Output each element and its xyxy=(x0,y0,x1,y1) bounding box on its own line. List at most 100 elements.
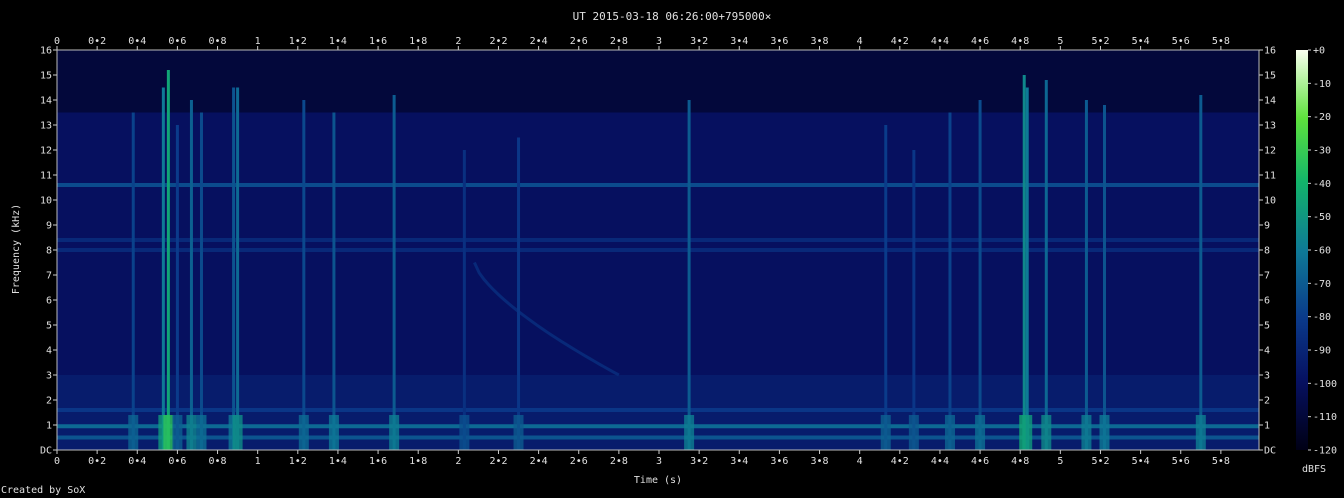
x-tick-label-bottom: 4•4 xyxy=(931,456,949,467)
x-tick-label-bottom: 1•4 xyxy=(329,456,347,467)
y-axis-left: DC12345678910111213141516 xyxy=(40,46,57,457)
impulse-line xyxy=(189,100,193,450)
x-axis-top: 0 0•2 0•4 0•6 0•8 1 1•2 1•4 1•6 1•8 2 2•2 2•4 2•6 2•8 3… xyxy=(54,36,1230,50)
y-axis-label: Frequency (kHz) xyxy=(11,204,22,294)
x-tick-label-bottom: 0•8 xyxy=(209,456,227,467)
colorbar-tick-label: -60 xyxy=(1313,246,1331,257)
x-tick-label-bottom: 0•6 xyxy=(168,456,186,467)
impulse-base xyxy=(513,415,524,450)
impulse-base xyxy=(1081,415,1092,450)
impulse-line xyxy=(1199,95,1203,450)
impulse-line xyxy=(131,112,135,450)
impulse-base xyxy=(1041,415,1052,450)
colorbar xyxy=(1296,50,1308,450)
x-tick-label-top: 2•4 xyxy=(530,36,548,47)
x-tick-label-top: 3•6 xyxy=(770,36,788,47)
y-tick-label-left: 7 xyxy=(46,271,52,282)
x-tick-label-bottom: 0•2 xyxy=(88,456,106,467)
impulse-line xyxy=(175,125,179,450)
impulse-base xyxy=(196,415,207,450)
colorbar-tick-label: -40 xyxy=(1313,179,1331,190)
x-tick-label-bottom: 2 xyxy=(455,456,461,467)
x-tick-label-top: 5 xyxy=(1057,36,1063,47)
colorbar-tick-label: -20 xyxy=(1313,112,1331,123)
impulse-line xyxy=(1102,105,1106,450)
x-tick-label-top: 1•6 xyxy=(369,36,387,47)
colorbar-tick-label: -50 xyxy=(1313,212,1331,223)
x-tick-label-top: 3 xyxy=(656,36,662,47)
x-tick-label-bottom: 1•2 xyxy=(289,456,307,467)
impulse-line xyxy=(978,100,982,450)
x-tick-label-top: 2 xyxy=(455,36,461,47)
impulse-line xyxy=(517,137,521,450)
impulse-base xyxy=(684,415,695,450)
impulse-line xyxy=(912,150,916,450)
credit-text: Created by SoX xyxy=(1,485,86,496)
x-tick-label-top: 2•6 xyxy=(570,36,588,47)
y-tick-label-left: DC xyxy=(40,446,52,457)
y-axis-right: DC12345678910111213141516 xyxy=(1259,46,1276,457)
y-tick-label-right: 11 xyxy=(1264,171,1276,182)
x-tick-label-top: 5•8 xyxy=(1212,36,1230,47)
y-tick-label-right: 10 xyxy=(1264,196,1276,207)
colorbar-tick-label: -70 xyxy=(1313,279,1331,290)
impulse-base xyxy=(389,415,400,450)
y-tick-label-right: 6 xyxy=(1264,296,1270,307)
y-tick-label-right: 13 xyxy=(1264,121,1276,132)
x-tick-label-bottom: 3•6 xyxy=(770,456,788,467)
x-tick-label-top: 5•2 xyxy=(1091,36,1109,47)
x-tick-label-bottom: 5 xyxy=(1057,456,1063,467)
impulse-line xyxy=(392,95,396,450)
x-tick-label-bottom: 4 xyxy=(857,456,863,467)
colorbar-tick-label: -110 xyxy=(1313,412,1337,423)
y-tick-label-left: 3 xyxy=(46,371,52,382)
chart-title: UT 2015-03-18 06:26:00+795000× xyxy=(573,10,772,23)
y-tick-label-left: 12 xyxy=(40,146,52,157)
x-tick-label-bottom: 3•4 xyxy=(730,456,748,467)
impulse-base xyxy=(232,415,243,450)
x-tick-label-bottom: 5•4 xyxy=(1132,456,1150,467)
y-tick-label-left: 8 xyxy=(46,246,52,257)
impulse-line xyxy=(948,112,952,450)
y-tick-label-right: 2 xyxy=(1264,396,1270,407)
y-tick-label-right: 12 xyxy=(1264,146,1276,157)
impulse-line xyxy=(332,112,336,450)
x-tick-label-top: 2•2 xyxy=(489,36,507,47)
y-tick-label-right: 9 xyxy=(1264,221,1270,232)
x-tick-label-bottom: 2•6 xyxy=(570,456,588,467)
y-tick-label-left: 10 xyxy=(40,196,52,207)
impulse-line xyxy=(166,70,170,450)
y-tick-label-left: 16 xyxy=(40,46,52,57)
x-tick-label-top: 1•4 xyxy=(329,36,347,47)
x-tick-label-top: 0•8 xyxy=(209,36,227,47)
y-tick-label-left: 4 xyxy=(46,346,52,357)
x-axis-bottom: 0 0•2 0•4 0•6 0•8 1 1•2 1•4 1•6 1•8 2 2•2 2•4 2•6 2•8 3… xyxy=(54,450,1230,467)
x-tick-label-bottom: 3•2 xyxy=(690,456,708,467)
x-tick-label-top: 0•4 xyxy=(128,36,146,47)
x-tick-label-top: 4•4 xyxy=(931,36,949,47)
y-tick-label-left: 1 xyxy=(46,421,52,432)
colorbar-ticks: +0 -10 -20 -30 -40 -50 -60 -70 -80 -90 -100 -110 -12… xyxy=(1308,46,1337,457)
y-tick-label-left: 6 xyxy=(46,296,52,307)
y-tick-label-right: DC xyxy=(1264,446,1276,457)
colorbar-tick-label: -100 xyxy=(1313,379,1337,390)
impulse-line xyxy=(236,87,240,450)
y-tick-label-left: 14 xyxy=(40,96,52,107)
y-tick-label-right: 16 xyxy=(1264,46,1276,57)
y-tick-label-left: 5 xyxy=(46,321,52,332)
colorbar-tick-label: -90 xyxy=(1313,346,1331,357)
colorbar-tick-label: +0 xyxy=(1313,46,1325,57)
impulse-line xyxy=(462,150,466,450)
impulse-base xyxy=(186,415,197,450)
impulse-line xyxy=(884,125,888,450)
x-tick-label-top: 0 xyxy=(54,36,60,47)
plot-area xyxy=(56,49,1260,451)
x-tick-label-bottom: 4•8 xyxy=(1011,456,1029,467)
x-tick-label-bottom: 0•4 xyxy=(128,456,146,467)
impulse-line xyxy=(687,100,691,450)
colorbar-tick-label: -80 xyxy=(1313,312,1331,323)
x-tick-label-top: 5•6 xyxy=(1172,36,1190,47)
x-tick-label-top: 3•8 xyxy=(811,36,829,47)
x-tick-label-top: 3•2 xyxy=(690,36,708,47)
impulse-line xyxy=(161,87,165,450)
